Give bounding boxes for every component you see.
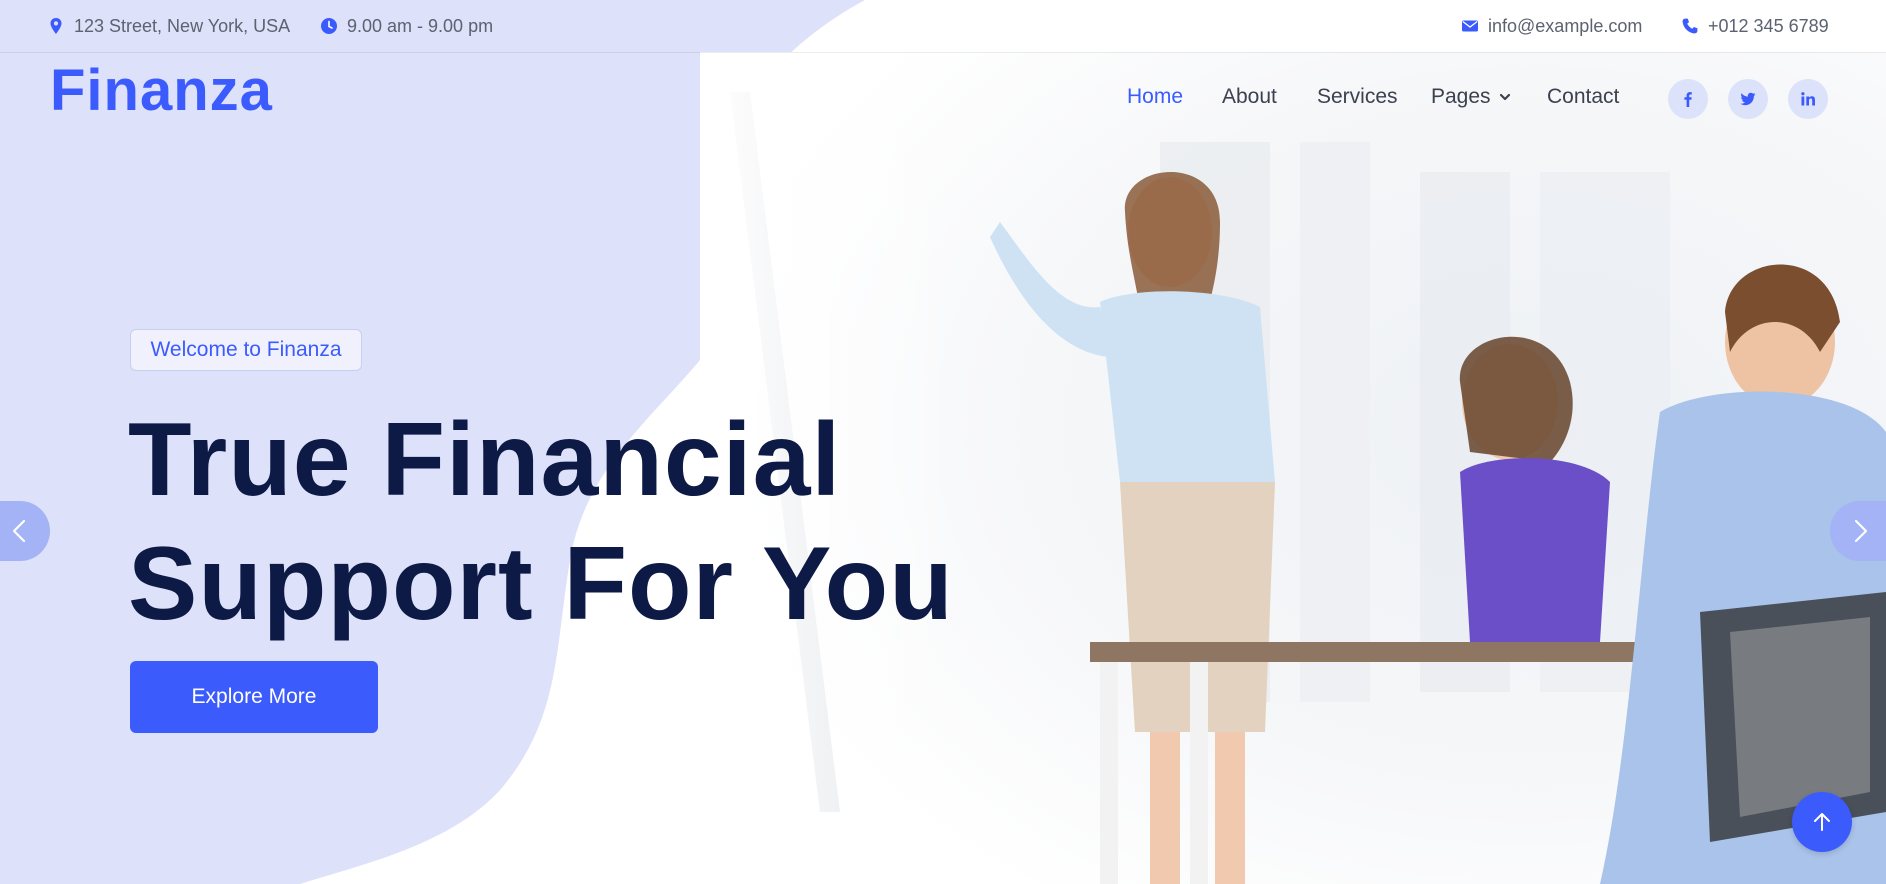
hero-headline: True Financial Support For You [128,398,954,646]
headline-line-2: Support For You [128,526,954,642]
chevron-left-icon [7,518,33,544]
top-info-bar: 123 Street, New York, USA 9.00 am - 9.00… [0,0,1886,53]
email-text[interactable]: info@example.com [1488,16,1642,37]
email-info[interactable]: info@example.com [1462,0,1642,52]
hours-info: 9.00 am - 9.00 pm [321,0,493,52]
twitter-button[interactable] [1728,79,1768,119]
explore-more-button[interactable]: Explore More [130,661,378,733]
phone-info[interactable]: +012 345 6789 [1682,0,1829,52]
back-to-top-button[interactable] [1792,792,1852,852]
twitter-icon [1739,90,1757,108]
nav-pages[interactable]: Pages [1431,86,1511,107]
chevron-right-icon [1847,518,1873,544]
facebook-icon [1679,90,1697,108]
facebook-button[interactable] [1668,79,1708,119]
nav-pages-label: Pages [1431,85,1491,108]
map-marker-icon [48,18,64,34]
linkedin-button[interactable] [1788,79,1828,119]
headline-line-1: True Financial [128,402,842,518]
nav-services[interactable]: Services [1317,86,1398,107]
linkedin-icon [1799,90,1817,108]
clock-icon [321,18,337,34]
address-text: 123 Street, New York, USA [74,15,291,36]
hours-text: 9.00 am - 9.00 pm [347,15,494,36]
brand-logo[interactable]: Finanza [50,62,273,120]
arrow-up-icon [1810,810,1834,834]
nav-home[interactable]: Home [1127,86,1183,107]
phone-text[interactable]: +012 345 6789 [1708,16,1829,37]
welcome-badge: Welcome to Finanza [130,329,362,371]
phone-icon [1682,18,1698,34]
nav-contact[interactable]: Contact [1547,86,1619,107]
nav-about[interactable]: About [1222,86,1277,107]
chevron-down-icon [1499,91,1511,103]
carousel-next-button[interactable] [1830,501,1886,561]
envelope-icon [1462,18,1478,34]
address-info: 123 Street, New York, USA [48,0,290,52]
